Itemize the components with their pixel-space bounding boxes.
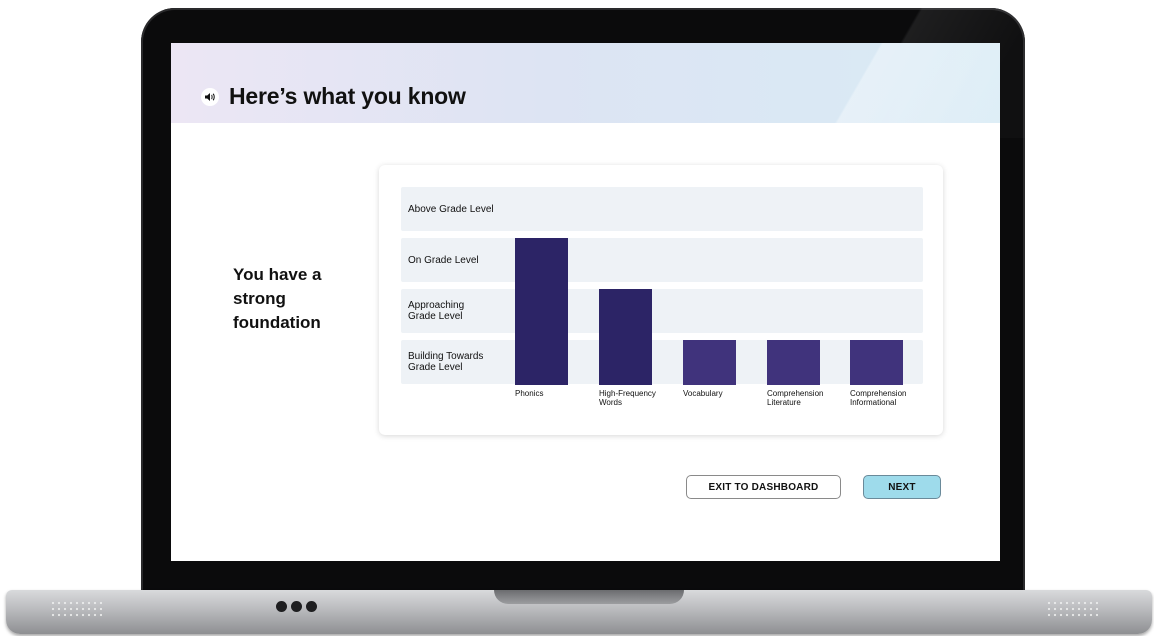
category-label: Comprehension Informational [850, 389, 906, 407]
laptop-notch [494, 590, 684, 604]
category-label-line: High-Frequency [599, 389, 656, 398]
header-decoration [810, 43, 1000, 123]
result-summary: You have a strong foundation [233, 263, 353, 335]
category-label-line: Vocabulary [683, 389, 723, 398]
summary-line: strong [233, 289, 286, 308]
page-title: Here’s what you know [229, 83, 466, 109]
grade-level-label-line: Grade Level [408, 311, 463, 322]
results-chart: Building Towards Grade Level Approaching Gr… [379, 165, 943, 435]
grade-level-band: Above Grade Level [401, 187, 923, 231]
speaker-grille-right [1046, 600, 1098, 618]
score-bar [850, 340, 903, 385]
score-bar [683, 340, 736, 385]
grade-level-band: On Grade Level [401, 238, 923, 282]
summary-line: foundation [233, 313, 321, 332]
grade-level-label: Approaching Grade Level [408, 300, 464, 322]
next-button[interactable]: NEXT [863, 475, 941, 499]
page-header: Here’s what you know [171, 43, 1000, 123]
score-bar [515, 238, 568, 385]
category-label-line: Words [599, 398, 622, 407]
grade-level-label-line: Approaching [408, 300, 465, 311]
grade-level-label-line: Above Grade Level [408, 204, 494, 215]
category-label: High-Frequency Words [599, 389, 656, 407]
grade-level-label-line: Building Towards [408, 351, 484, 362]
score-bar [599, 289, 652, 385]
category-label: Phonics [515, 389, 543, 398]
category-label-line: Literature [767, 398, 801, 407]
category-label-line: Phonics [515, 389, 544, 398]
grade-level-label-line: On Grade Level [408, 255, 479, 266]
grade-level-band: Approaching Grade Level [401, 289, 923, 333]
speaker-grille-left [50, 600, 102, 618]
speaker-icon[interactable] [201, 88, 219, 106]
summary-line: You have a [233, 265, 322, 284]
grade-level-label: Building Towards Grade Level [408, 351, 483, 373]
indicator-lights [276, 601, 317, 612]
grade-level-label: Above Grade Level [408, 204, 494, 215]
grade-level-band: Building Towards Grade Level [401, 340, 923, 384]
exit-to-dashboard-button[interactable]: EXIT TO DASHBOARD [686, 475, 841, 499]
category-label: Vocabulary [683, 389, 723, 398]
grade-level-label: On Grade Level [408, 255, 479, 266]
grade-level-label-line: Grade Level [408, 362, 463, 373]
score-bar [767, 340, 820, 385]
category-label-line: Comprehension [850, 389, 907, 398]
category-label-line: Informational [850, 398, 897, 407]
app-screen: Here’s what you know You have a strong f… [171, 43, 1000, 561]
category-label-line: Comprehension [767, 389, 824, 398]
category-label: Comprehension Literature [767, 389, 823, 407]
